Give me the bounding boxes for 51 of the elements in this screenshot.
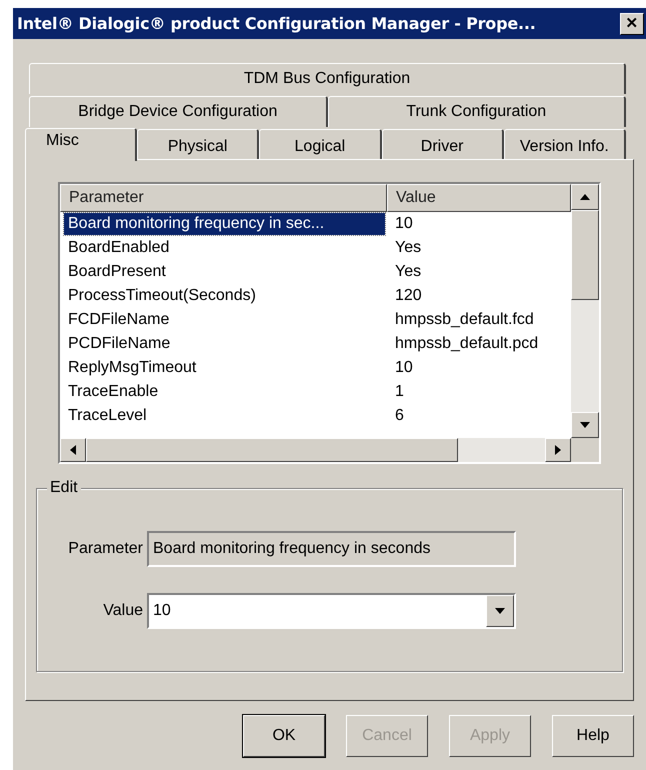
parameter-value: Yes [394, 238, 422, 258]
dialog-button[interactable]: OK [243, 715, 325, 757]
left-arrow-icon [70, 445, 76, 455]
parameter-field: Board monitoring frequency in seconds [147, 531, 516, 567]
parameter-name[interactable]: FCDFileName [64, 309, 385, 331]
scroll-thumb[interactable] [571, 210, 599, 300]
parameter-name[interactable]: ProcessTimeout(Seconds) [64, 285, 385, 307]
dialog-button[interactable]: Help [552, 715, 634, 757]
tab[interactable]: Misc [25, 128, 137, 161]
down-arrow-icon [495, 608, 505, 614]
parameter-value: 120 [394, 286, 423, 306]
parameter-value: 10 [394, 214, 414, 234]
tab[interactable]: Trunk Configuration [328, 96, 626, 127]
parameter-label: Parameter [67, 539, 144, 559]
dropdown-button[interactable] [486, 595, 514, 627]
tab[interactable]: Version Info. [504, 129, 626, 160]
parameter-name[interactable]: BoardEnabled [64, 237, 385, 259]
parameter-value: hmpssb_default.fcd [394, 310, 535, 330]
tab[interactable]: Driver [382, 129, 504, 160]
scrollbar-corner [571, 438, 599, 462]
tab[interactable]: Bridge Device Configuration [29, 96, 328, 127]
scroll-left-button[interactable] [60, 438, 86, 462]
parameter-value: 10 [394, 358, 414, 378]
parameter-name[interactable]: TraceEnable [64, 381, 385, 403]
scroll-up-button[interactable] [571, 184, 599, 210]
parameter-value: 6 [394, 406, 405, 426]
up-arrow-icon [580, 194, 590, 200]
parameter-name[interactable]: PCDFileName [64, 333, 385, 355]
scroll-thumb[interactable] [86, 438, 458, 462]
parameter-name[interactable]: BoardPresent [64, 261, 385, 283]
tab[interactable]: TDM Bus Configuration [29, 63, 626, 94]
value-label: Value [102, 601, 144, 621]
horizontal-scrollbar[interactable] [60, 438, 599, 462]
vertical-scrollbar[interactable] [571, 184, 599, 438]
tab[interactable]: Logical [259, 129, 382, 160]
scroll-right-button[interactable] [545, 438, 571, 462]
right-arrow-icon [555, 445, 561, 455]
tab[interactable]: Physical [137, 129, 260, 160]
parameter-value: Yes [394, 262, 422, 282]
value-combo-box[interactable]: 10 [147, 593, 516, 629]
close-button[interactable]: ✕ [620, 12, 644, 34]
window-title: Intel® Dialogic® product Configuration Manager - Prope... [17, 12, 536, 34]
parameter-name[interactable]: ReplyMsgTimeout [64, 357, 385, 379]
parameter-name[interactable]: TraceLevel [64, 405, 385, 427]
parameter-value: 1 [394, 382, 405, 402]
column-header[interactable]: Value [387, 184, 571, 212]
parameter-name[interactable]: Board monitoring frequency in sec... [64, 213, 385, 235]
down-arrow-icon [580, 422, 590, 428]
scroll-down-button[interactable] [571, 412, 599, 438]
column-header[interactable]: Parameter [60, 184, 387, 212]
parameter-value: hmpssb_default.pcd [394, 334, 540, 354]
